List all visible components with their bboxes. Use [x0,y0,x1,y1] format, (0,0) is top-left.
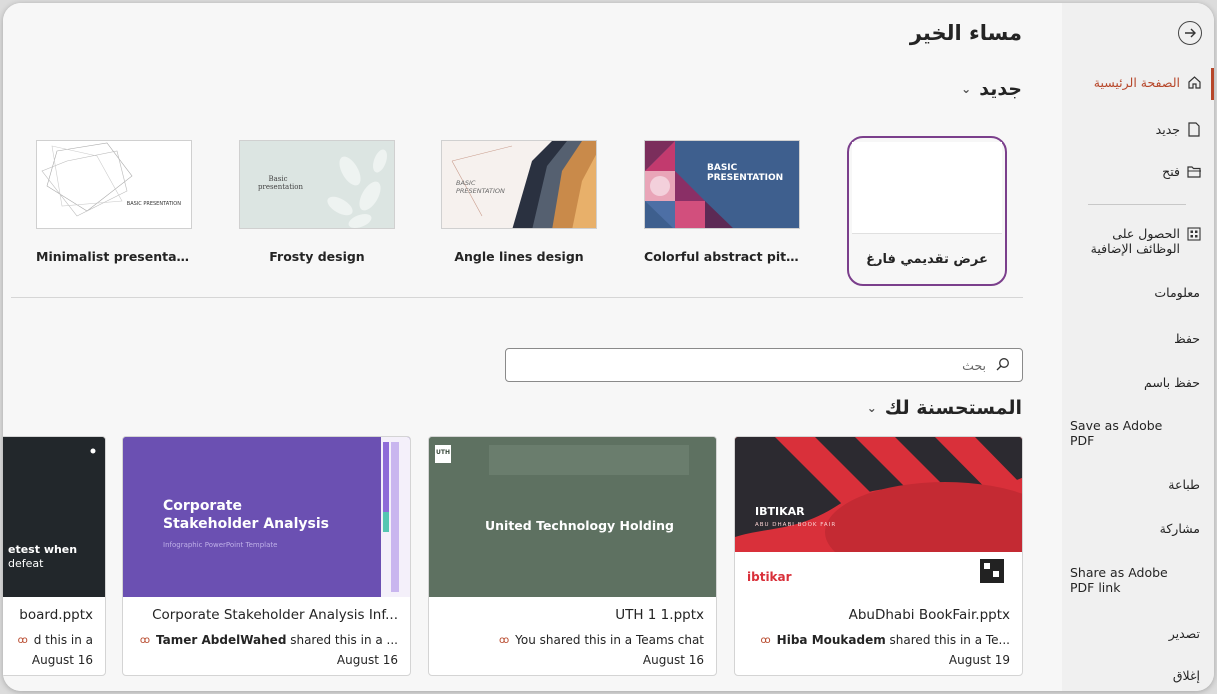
file-date: August 16 [336,653,398,667]
template-thumbnail: Basic presentation [239,140,395,229]
share-text: shared this in a ... [286,633,398,647]
search-placeholder: بحث [962,357,986,373]
thumb-badge: UTH [436,449,450,456]
template-label: Frosty design [269,249,365,264]
sidebar-item-new[interactable]: جديد [1062,121,1214,137]
sidebar-item-share-as-adobe-pdf-link[interactable]: Share as Adobe PDF link [1070,565,1180,595]
section-divider [11,297,1023,298]
chevron-down-icon: ⌄ [866,401,877,415]
thumb-title: IBTIKAR [755,505,805,518]
sidebar-item-close[interactable]: إغلاق [1080,668,1200,683]
search-icon [996,356,1010,375]
thumb-title: United Technology Holding [485,518,674,533]
app-window: مساء الخير جديد ⌄ عرض تقديمي فارغ BASIC … [3,3,1214,691]
thumb-title: BASIC PRESENTATION [707,163,784,183]
file-share-info: ꝏ d this in a [18,633,93,647]
chevron-down-icon: ⌄ [961,82,972,96]
sidebar-divider [1088,204,1186,205]
sidebar-item-open[interactable]: فتح [1062,163,1214,179]
sidebar-item-get-add-ins[interactable]: الحصول على الوظائف الإضافية [1062,226,1214,256]
shared-by: Tamer AbdelWahed [156,633,287,647]
search-input[interactable]: بحث [505,348,1023,382]
template-thumbnail: BASIC PRESENTATION [36,140,192,229]
thumb-subtitle: ABU DHABI BOOK FAIR [755,522,837,528]
shared-people-icon: ꝏ [17,634,28,646]
sidebar-item-share[interactable]: مشاركة [1080,521,1200,536]
thumb-title: BASIC PRESENTATION [126,201,181,207]
file-name: board.pptx [19,607,93,623]
sidebar-item-info[interactable]: معلومات [1080,285,1200,300]
template-angle-lines[interactable]: BASIC PRESENTATION Angle lines design [441,140,597,264]
thumb-title-line-2: Stakeholder Analysis [163,516,329,532]
thumb-title-line-1: Corporate [163,498,242,514]
blank-thumbnail [852,142,1002,234]
sidebar-item-export[interactable]: تصدير [1080,626,1200,641]
thumb-title-line-1: etest when [8,543,78,556]
file-thumbnail: UTH United Technology Holding [429,437,716,597]
arrow-right-icon [1184,24,1196,43]
sidebar-item-label: الصفحة الرئيسية [1093,74,1180,90]
sidebar-item-save-as[interactable]: حفظ باسم [1080,375,1200,390]
shared-people-icon: ꝏ [139,634,151,646]
recommended-section-header[interactable]: المستحسنة لك ⌄ [867,397,1022,419]
thumb-subtitle: defeat [8,557,44,570]
recommended-section-title: المستحسنة لك [884,397,1022,419]
sidebar-item-print[interactable]: طباعة [1080,477,1200,492]
file-date: August 16 [642,653,704,667]
file-share-info: ꝏ Tamer AbdelWahed shared this in a ... [140,633,398,647]
share-text: d this in a [33,633,93,647]
template-label: Angle lines design [454,249,584,264]
share-text: You shared this in a Teams chat [515,633,704,647]
shared-people-icon: ꝏ [760,634,771,646]
template-blank-presentation[interactable]: عرض تقديمي فارغ [847,136,1007,286]
home-icon [1186,74,1202,90]
sidebar-item-home[interactable]: الصفحة الرئيسية [1062,68,1214,100]
sidebar-item-label: جديد [1155,121,1180,137]
file-thumbnail: etest when defeat [3,437,105,597]
backstage-sidebar: الصفحة الرئيسية جديد فتح الحصول على الوظ… [1062,3,1214,691]
file-date: August 19 [948,653,1010,667]
file-name: Corporate Stakeholder Analysis Inf... [152,607,398,623]
file-card[interactable]: Corporate Stakeholder Analysis Infograph… [122,436,411,676]
file-share-info: ꝏ Hiba Moukadem shared this in a Te... [760,633,1010,647]
template-frosty[interactable]: Basic presentation Frosty design [239,140,395,264]
main-panel: مساء الخير جديد ⌄ عرض تقديمي فارغ BASIC … [3,3,1062,691]
sidebar-item-save[interactable]: حفظ [1080,331,1200,346]
template-minimalist[interactable]: BASIC PRESENTATION Minimalist presentati… [36,140,192,264]
thumb-title: BASIC PRESENTATION [456,179,505,195]
sidebar-item-label: الحصول على الوظائف الإضافية [1090,226,1180,256]
file-card[interactable]: etest when defeat board.pptx ꝏ d this in… [3,436,106,676]
new-document-icon [1186,121,1202,137]
file-card[interactable]: IBTIKAR ABU DHABI BOOK FAIR ibtikar AbuD… [734,436,1023,676]
add-ins-icon [1186,226,1202,242]
sidebar-item-save-as-adobe-pdf[interactable]: Save as Adobe PDF [1070,418,1175,448]
template-thumbnail: BASIC PRESENTATION [644,140,800,229]
back-button[interactable] [1178,21,1202,45]
thumb-subtitle: Infographic PowerPoint Template [163,541,278,549]
new-section-header[interactable]: جديد ⌄ [961,78,1022,100]
template-label: Colorful abstract pitch d... [644,249,800,264]
template-thumbnail: BASIC PRESENTATION [441,140,597,229]
thumb-title: Basic presentation [258,175,303,191]
file-share-info: ꝏ You shared this in a Teams chat [499,633,704,647]
template-label: عرض تقديمي فارغ [866,252,988,267]
sidebar-item-label: فتح [1162,163,1180,179]
template-label: Minimalist presentation [36,249,192,264]
thumb-logo: ibtikar [747,570,792,584]
folder-open-icon [1186,163,1202,179]
file-name: UTH 1 1.pptx [615,607,704,623]
file-thumbnail: Corporate Stakeholder Analysis Infograph… [123,437,410,597]
new-section-title: جديد [979,78,1022,100]
share-text: shared this in a Te... [885,633,1010,647]
shared-people-icon: ꝏ [498,634,510,646]
shared-by: Hiba Moukadem [776,633,886,647]
file-thumbnail: IBTIKAR ABU DHABI BOOK FAIR ibtikar [735,437,1022,597]
greeting-title: مساء الخير [909,21,1022,45]
thumb-title: etest when defeat [8,543,77,571]
template-colorful-abstract[interactable]: BASIC PRESENTATION Colorful abstract pit… [644,140,800,264]
file-date: August 16 [31,653,93,667]
file-card[interactable]: UTH United Technology Holding UTH 1 1.pp… [428,436,717,676]
file-name: AbuDhabi BookFair.pptx [848,607,1010,623]
thumb-title: Corporate Stakeholder Analysis [163,497,329,533]
